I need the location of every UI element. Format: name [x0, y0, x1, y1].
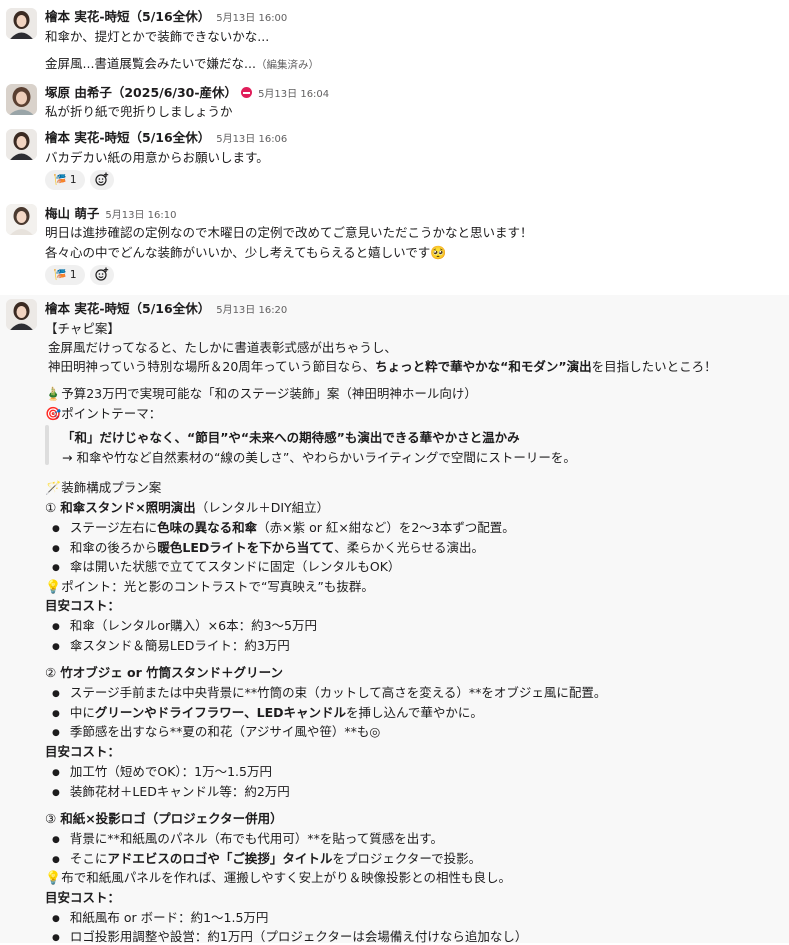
avatar[interactable] [6, 204, 37, 235]
no-entry-icon [241, 87, 253, 98]
pleading-face-icon: 🥺 [430, 246, 447, 261]
message-text: 金屏風...書道展覧会みたいで嫌だな...（編集済み） [45, 56, 319, 71]
author-name[interactable]: 塚原 由希子（2025/6/30-産休） [45, 85, 237, 100]
edited-label: （編集済み） [255, 59, 319, 71]
add-reaction-button[interactable] [90, 265, 114, 285]
list-item: 加工竹（短めでOK）：1万〜1.5万円 [52, 761, 272, 780]
proposal-header: 【チャピ案】 [45, 321, 120, 336]
timestamp[interactable]: 5月13日 16:04 [258, 89, 329, 100]
message-highlighted: 檜本 実花-時短（5/16全休） 5月13日 16:20 【チャピ案】 金屏風だけ… [0, 295, 789, 945]
author-name[interactable]: 梅山 萌子 [45, 206, 99, 221]
list-item: ステージ左右に色味の異なる和傘（赤×紫 or 紅×紺など）を2〜3本ずつ配置。 [52, 517, 515, 536]
reaction-button[interactable]: 🎏 1 [45, 170, 85, 190]
author-name[interactable]: 檜本 実花-時短（5/16全休） [45, 130, 210, 145]
lightbulb-icon: 💡 [45, 871, 62, 886]
message: 檜本 実花-時短（5/16全休） 5月13日 16:00 和傘か、提灯とかで装飾で… [0, 0, 789, 80]
cost-label: 目安コスト： [45, 744, 121, 759]
quote-bar [45, 425, 49, 465]
message-text: 和傘か、提灯とかで装飾できないかな... [45, 29, 270, 44]
intro-line: 金屏風だけってなると、たしかに書道表彰式感が出ちゃうし、 [48, 340, 397, 355]
budget-line: 🎍予算23万円で実現可能な「和のステージ装飾」案（神田明神ホール向け） [45, 386, 477, 402]
list-item: 傘は開いた状態で立ててスタンドに固定（レンタルもOK） [52, 556, 401, 575]
add-reaction-icon [95, 172, 109, 186]
list-item: 装飾花材＋LEDキャンドル等：約2万円 [52, 781, 290, 800]
pine-decoration-icon: 🎍 [45, 387, 62, 402]
plan-title: 🪄装飾構成プラン案 [45, 480, 162, 496]
target-icon: 🎯 [45, 407, 62, 422]
avatar[interactable] [6, 129, 37, 160]
list-item: そこにアドエビスのロゴや「ご挨拶」タイトルをプロジェクターで投影。 [52, 848, 481, 867]
message: 塚原 由希子（2025/6/30-産休） 5月13日 16:04 私が折り紙で兜折… [0, 80, 789, 125]
section-title: ① 和傘スタンド×照明演出（レンタル＋DIY組立） [45, 500, 330, 515]
list-item: ステージ手前または中央背景に**竹筒の束（カットして高さを変える）**をオブジェ… [52, 682, 607, 701]
quote-text: 「和」だけじゃなく、“節目”や“未来への期待感”も演出できる華やかさと温かみ [62, 430, 520, 445]
list-item: 和傘の後ろから暖色LEDライトを下から当てて、柔らかく光らせる演出。 [52, 537, 484, 556]
reaction-emoji: 🎏 [53, 174, 67, 186]
message-text: バカデカい紙の用意からお願いします。 [45, 150, 269, 165]
timestamp[interactable]: 5月13日 16:10 [105, 210, 176, 221]
timestamp[interactable]: 5月13日 16:00 [216, 13, 287, 24]
list-item: 季節感を出すなら**夏の和花（アジサイ風や笹）**も◎ [52, 721, 380, 740]
tip-line: 💡布で和紙風パネルを作れば、運搬しやすく安上がり＆映像投影との相性も良し。 [45, 870, 511, 886]
section-title: ③ 和紙×投影ロゴ（プロジェクター併用） [45, 811, 283, 826]
magic-wand-icon: 🪄 [45, 481, 62, 496]
message-text: 私が折り紙で兜折りしましょうか [45, 104, 233, 119]
intro-line: 神田明神っていう特別な場所＆20周年っていう節目なら、ちょっと粋で華やかな“和モ… [48, 359, 717, 374]
tip-line: 💡ポイント：光と影のコントラストで“写真映え”も抜群。 [45, 579, 374, 595]
lightbulb-icon: 💡 [45, 580, 62, 595]
section-title: ② 竹オブジェ or 竹筒スタンド＋グリーン [45, 665, 284, 680]
list-item: ロゴ投影用調整や設営：約1万円（プロジェクターは会場備え付けなら追加なし） [52, 926, 527, 945]
avatar[interactable] [6, 299, 37, 330]
reaction-count: 1 [69, 174, 77, 186]
list-item: 和紙風布 or ボード：約1〜1.5万円 [52, 907, 269, 926]
list-item: 和傘（レンタルor購入）×6本：約3〜5万円 [52, 615, 317, 634]
list-item: 中にグリーンやドライフラワー、LEDキャンドルを挿し込んで華やかに。 [52, 702, 483, 721]
quote-text: → 和傘や竹など自然素材の“線の美しさ”、やわらかいライティングで空間にストーリ… [62, 450, 576, 465]
avatar[interactable] [6, 84, 37, 115]
reaction-emoji: 🎏 [53, 269, 67, 281]
cost-label: 目安コスト： [45, 598, 121, 613]
timestamp[interactable]: 5月13日 16:06 [216, 134, 287, 145]
message-text: 明日は進捗確認の定例なので木曜日の定例で改めてご意見いただこうかなと思います！ [45, 225, 533, 240]
add-reaction-button[interactable] [90, 170, 114, 190]
timestamp[interactable]: 5月13日 16:20 [216, 305, 287, 316]
reaction-count: 1 [69, 269, 77, 281]
message: 梅山 萌子 5月13日 16:10 明日は進捗確認の定例なので木曜日の定例で改めて… [0, 200, 789, 295]
list-item: 背景に**和紙風のパネル（布でも代用可）**を貼って質感を出す。 [52, 828, 443, 847]
add-reaction-icon [95, 267, 109, 281]
avatar[interactable] [6, 8, 37, 39]
message-text: 各々心の中でどんな装飾がいいか、少し考えてもらえると嬉しいです🥺 [45, 245, 447, 261]
reaction-button[interactable]: 🎏 1 [45, 265, 85, 285]
list-item: 傘スタンド＆簡易LEDライト：約3万円 [52, 635, 290, 654]
cost-label: 目安コスト： [45, 890, 121, 905]
theme-line: 🎯ポイントテーマ： [45, 406, 162, 422]
message: 檜本 実花-時短（5/16全休） 5月13日 16:06 バカデカい紙の用意からお… [0, 125, 789, 200]
author-name[interactable]: 檜本 実花-時短（5/16全休） [45, 9, 210, 24]
author-name[interactable]: 檜本 実花-時短（5/16全休） [45, 301, 210, 316]
